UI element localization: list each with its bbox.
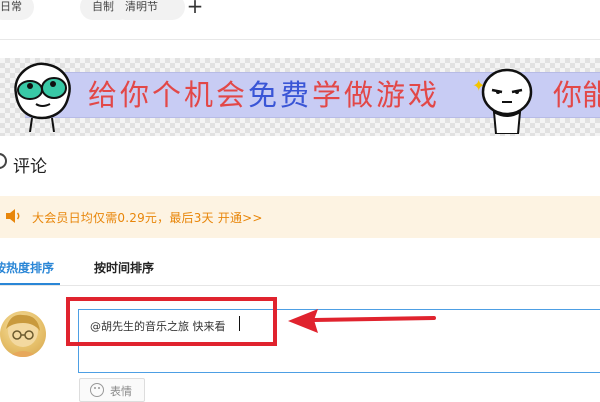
divider — [0, 39, 600, 40]
comments-title: 评论 — [13, 157, 47, 177]
banner-headline: 给你个机会免费学做游戏 — [88, 77, 440, 113]
banner-segment: 学做游戏 — [312, 78, 441, 112]
add-tag-button[interactable]: + — [185, 0, 205, 16]
speaker-icon — [6, 209, 20, 223]
tab-sort-by-popularity[interactable]: 按热度排序 — [0, 259, 54, 276]
emoji-button-label: 表情 — [110, 385, 132, 398]
banner-headline-tail: 你能 — [553, 78, 600, 112]
tag-qingming[interactable]: 清明节 — [113, 0, 185, 20]
green-alien-face-icon — [14, 62, 71, 132]
avatar-image — [6, 314, 40, 357]
emoji-button[interactable]: 表情 — [79, 378, 145, 402]
tag-bar: 日常 自制 清明节 + — [0, 0, 600, 22]
banner-segment: 免费 — [248, 78, 313, 112]
highlight-box — [66, 297, 277, 346]
tab-sort-by-time[interactable]: 按时间排序 — [94, 259, 154, 276]
smiley-icon — [90, 383, 104, 397]
red-arrow-icon — [288, 309, 436, 333]
vip-notice-bar[interactable]: 大会员日均仅需0.29元，最后3天 开通>> — [0, 196, 600, 238]
divider — [0, 285, 600, 286]
smug-face-icon — [481, 68, 533, 134]
vip-notice-text[interactable]: 大会员日均仅需0.29元，最后3天 开通>> — [32, 209, 263, 226]
ad-banner[interactable]: 给你个机会免费学做游戏 ✦ 你能 — [0, 58, 600, 136]
comment-icon — [0, 153, 7, 169]
banner-segment: 给你个机会 — [88, 78, 249, 112]
avatar[interactable] — [0, 311, 46, 357]
tag-daily[interactable]: 日常 — [0, 0, 34, 20]
